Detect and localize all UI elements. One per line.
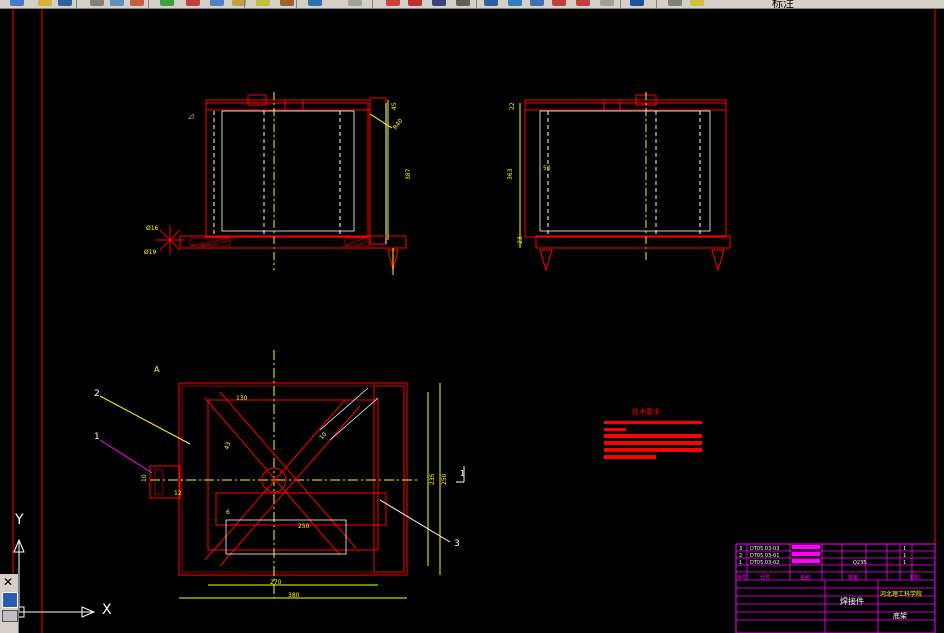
part-callout-3: 3 (454, 539, 460, 549)
part-row-name (792, 545, 820, 549)
close-icon[interactable]: ✕ (3, 575, 13, 589)
dim-top-inner: 270 (270, 579, 282, 586)
palette-icon[interactable] (2, 592, 18, 608)
part-row-qty: 1 (903, 546, 906, 552)
part-row-code: DT05.03-03 (750, 546, 779, 552)
dim-top-overall: 380 (288, 592, 300, 599)
side-view[interactable]: 363 50 23 22 45 (391, 92, 731, 272)
part-callout-2: 2 (94, 389, 100, 399)
dim-r40: R40 (392, 117, 405, 131)
toolpalette-icon[interactable] (530, 0, 544, 6)
dim-12: 12 (174, 490, 182, 497)
zoom-previous-icon[interactable] (456, 0, 470, 6)
undo-icon[interactable] (308, 0, 322, 6)
part-row-qty: 1 (903, 553, 906, 559)
save-icon[interactable] (58, 0, 72, 6)
toolbar-separator (148, 0, 149, 8)
toolbar-separator (372, 0, 373, 8)
spell-icon[interactable] (160, 0, 174, 6)
header-code: 代号 (760, 574, 770, 581)
ucs-y-label: Y (15, 512, 24, 528)
toolbar-separator (620, 0, 621, 8)
drawing-frame (12, 9, 936, 633)
toolbar-separator (296, 0, 297, 8)
designcenter-icon[interactable] (508, 0, 522, 6)
front-view-mark: ◿ (188, 112, 194, 120)
dim-10a: 10 (141, 474, 148, 482)
part-row-no: 1 (739, 560, 742, 566)
matchprop-icon[interactable] (256, 0, 270, 6)
dim-6: 6 (226, 509, 230, 516)
toolbar-separator (244, 0, 245, 8)
toolbar-separator (76, 0, 77, 8)
layer-state-icon[interactable] (690, 0, 704, 6)
dim-45: 45 (391, 102, 398, 110)
dim-130: 130 (236, 395, 248, 402)
zoom-window-icon[interactable] (432, 0, 446, 6)
preview-icon[interactable] (110, 0, 124, 6)
part-row-no: 2 (739, 553, 742, 559)
drawing-name-label: 底架 (893, 611, 907, 620)
dim-50: 50 (543, 165, 551, 172)
part-callout-1: 1 (94, 432, 100, 442)
markup-icon[interactable] (576, 0, 590, 6)
part-row-qty: 1 (903, 560, 906, 566)
print-icon[interactable] (90, 0, 104, 6)
part-row-name (792, 559, 820, 563)
dim-side-height: 363 (507, 168, 514, 180)
part-row-code: DT05.03-01 (750, 553, 779, 559)
dim-10b: 10 (318, 431, 328, 441)
front-view[interactable]: 387 R40 Ø16 Ø19 ◿ (144, 92, 412, 275)
dim-d19: Ø19 (144, 249, 157, 256)
pan-icon[interactable] (386, 0, 400, 6)
help-icon[interactable] (630, 0, 644, 6)
part-row-no: 3 (739, 546, 742, 552)
dim-d16: Ø16 (146, 225, 159, 232)
sheetset-icon[interactable] (552, 0, 566, 6)
new-icon[interactable] (10, 0, 24, 6)
material-value: Q235 (853, 560, 866, 566)
standard-toolbar: 标注 (0, 0, 944, 9)
palette-tab[interactable] (2, 610, 18, 622)
cut-icon[interactable] (186, 0, 200, 6)
dim-23: 23 (517, 236, 524, 244)
part-row-name (792, 552, 820, 556)
header-qty: 数量 (848, 574, 858, 581)
copy-icon[interactable] (210, 0, 224, 6)
open-icon[interactable] (38, 0, 52, 6)
dim-top-height-inner: 235 (429, 473, 436, 485)
header-name: 名称 (800, 574, 810, 581)
notes-title: 技术要求 (632, 407, 660, 416)
brush-icon[interactable] (280, 0, 294, 6)
school-label: 河北理工科学院 (880, 590, 922, 598)
dim-brace: 250 (298, 523, 310, 530)
dim-22: 22 (509, 102, 516, 110)
technical-notes[interactable]: 技术要求 (604, 407, 702, 459)
ucs-x-label: X (102, 602, 112, 618)
dim-top-height-overall: 250 (441, 473, 448, 485)
plot-icon[interactable] (130, 0, 144, 6)
title-block[interactable]: 3 DT05.03-03 12 DT05.03-01 11 DT05.03-02 1Q235… (735, 543, 936, 633)
header-material: 材料 (910, 574, 920, 581)
layer-dropdown-label[interactable]: 标注 (772, 0, 794, 8)
part-name-label: 焊接件 (840, 596, 864, 606)
toolbar-separator (476, 0, 477, 8)
docked-palette[interactable]: ✕ (0, 574, 19, 633)
redo-icon[interactable] (348, 0, 362, 6)
section-mark: 1 (460, 469, 465, 478)
zoom-realtime-icon[interactable] (408, 0, 422, 6)
view-label-a: A (154, 365, 160, 374)
dim-43: 43 (223, 441, 232, 451)
model-space-canvas[interactable]: 387 R40 Ø16 Ø19 ◿ 363 50 23 22 45 380 27… (0, 9, 944, 633)
toolbar-separator (656, 0, 657, 8)
dim-front-height: 387 (405, 168, 412, 180)
part-row-code: DT05.03-02 (750, 560, 779, 566)
header-seq: 序号 (737, 574, 747, 581)
properties-icon[interactable] (484, 0, 498, 6)
calc-icon[interactable] (600, 0, 614, 6)
layers-icon[interactable] (668, 0, 682, 6)
top-view[interactable]: 380 270 250 235 250 130 10 12 6 43 10 A … (94, 350, 465, 599)
